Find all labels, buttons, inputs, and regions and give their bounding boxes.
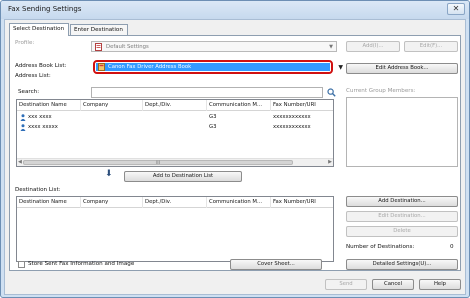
number-of-destinations-label: Number of Destinations: [346, 244, 415, 250]
row-fax-number: xxxxxxxxxxxx [273, 114, 311, 120]
row-communication-mode: G3 [209, 114, 217, 120]
detailed-settings-button[interactable]: Detailed Settings(U)... [346, 259, 458, 270]
edit-address-book-button[interactable]: Edit Address Book... [346, 63, 458, 74]
profile-select[interactable]: Default Settings ▼ [91, 41, 337, 52]
window-title: Fax Sending Settings [8, 5, 82, 13]
help-button[interactable]: Help [419, 279, 461, 290]
table-row[interactable]: xxx xxxx G3 xxxxxxxxxxxx [17, 113, 333, 122]
destination-list-table[interactable]: Destination Name Company Dept./Div. Comm… [16, 196, 334, 262]
title-bar: Fax Sending Settings ✕ [1, 1, 469, 19]
close-button[interactable]: ✕ [447, 3, 465, 15]
fax-sending-settings-window: Fax Sending Settings ✕ Select Destinatio… [0, 0, 470, 298]
search-icon[interactable] [327, 88, 336, 97]
edit-destination-button[interactable]: Edit Destination... [346, 211, 458, 222]
address-list-header: Destination Name Company Dept./Div. Comm… [17, 100, 333, 111]
scroll-left-icon[interactable]: ◀ [18, 159, 22, 166]
scrollbar-thumb[interactable]: III [23, 160, 293, 165]
column-communication-mode[interactable]: Communication M... [207, 100, 271, 111]
cancel-button[interactable]: Cancel [372, 279, 414, 290]
chevron-down-icon[interactable]: ▼ [338, 64, 343, 71]
number-of-destinations-value: 0 [450, 244, 454, 250]
add-profile-button[interactable]: Add(I)... [346, 41, 400, 52]
column-company[interactable]: Company [81, 197, 143, 208]
person-icon [20, 124, 26, 131]
tab-select-destination[interactable]: Select Destination [9, 23, 69, 36]
profile-document-icon [95, 43, 102, 51]
close-icon: ✕ [452, 4, 460, 13]
down-arrow-icon: ⬇ [105, 169, 113, 179]
column-company[interactable]: Company [81, 100, 143, 111]
tab-enter-destination[interactable]: Enter Destination [70, 24, 128, 35]
profile-value: Default Settings [106, 44, 149, 50]
address-list-label: Address List: [15, 73, 51, 79]
group-members-list[interactable] [346, 97, 458, 167]
current-group-members-label: Current Group Members: [346, 88, 416, 94]
edit-profile-button[interactable]: Edit(F)... [404, 41, 458, 52]
column-dept[interactable]: Dept./Div. [143, 197, 207, 208]
row-destination-name: xxxx xxxxx [28, 124, 58, 130]
add-destination-button[interactable]: Add Destination... [346, 196, 458, 207]
store-sent-fax-checkbox[interactable] [18, 261, 25, 268]
address-book-icon [98, 63, 105, 71]
select-destination-panel: Profile: Default Settings ▼ Add(I)... Ed… [9, 35, 461, 271]
search-label: Search: [18, 89, 40, 95]
delete-button[interactable]: Delete [346, 226, 458, 237]
tab-select-destination-label: Select Destination [13, 26, 65, 32]
destination-list-header: Destination Name Company Dept./Div. Comm… [17, 197, 333, 208]
horizontal-scrollbar[interactable]: ◀ III ▶ [17, 158, 333, 166]
search-input[interactable] [91, 87, 323, 98]
column-fax-number[interactable]: Fax Number/URI [271, 197, 333, 208]
scroll-right-icon[interactable]: ▶ [328, 159, 332, 166]
table-row[interactable]: xxxx xxxxx G3 xxxxxxxxxxxx [17, 123, 333, 132]
scrollbar-grip: III [156, 160, 160, 165]
row-fax-number: xxxxxxxxxxxx [273, 124, 311, 130]
column-dept[interactable]: Dept./Div. [143, 100, 207, 111]
address-book-list-label: Address Book List: [15, 63, 67, 69]
destination-list-label: Destination List: [15, 187, 61, 193]
address-list-table[interactable]: Destination Name Company Dept./Div. Comm… [16, 99, 334, 167]
column-destination-name[interactable]: Destination Name [17, 100, 81, 111]
address-book-select[interactable]: Canon Fax Driver Address Book ▼ [93, 60, 343, 74]
chevron-down-icon: ▼ [329, 44, 333, 50]
address-book-value: Canon Fax Driver Address Book [108, 64, 192, 70]
cover-sheet-button[interactable]: Cover Sheet... [230, 259, 322, 270]
column-fax-number[interactable]: Fax Number/URI [271, 100, 333, 111]
row-destination-name: xxx xxxx [28, 114, 52, 120]
dialog-body: Select Destination Enter Destination Pro… [4, 19, 466, 295]
column-destination-name[interactable]: Destination Name [17, 197, 81, 208]
person-icon [20, 114, 26, 121]
tab-enter-destination-label: Enter Destination [74, 27, 123, 33]
profile-label: Profile: [15, 40, 35, 46]
add-to-destination-list-button[interactable]: Add to Destination List [124, 171, 242, 182]
address-book-selected-item: Canon Fax Driver Address Book [96, 63, 330, 71]
row-communication-mode: G3 [209, 124, 217, 130]
store-sent-fax-label: Store Sent Fax Information and Image [28, 261, 135, 267]
column-communication-mode[interactable]: Communication M... [207, 197, 271, 208]
send-button[interactable]: Send [325, 279, 367, 290]
